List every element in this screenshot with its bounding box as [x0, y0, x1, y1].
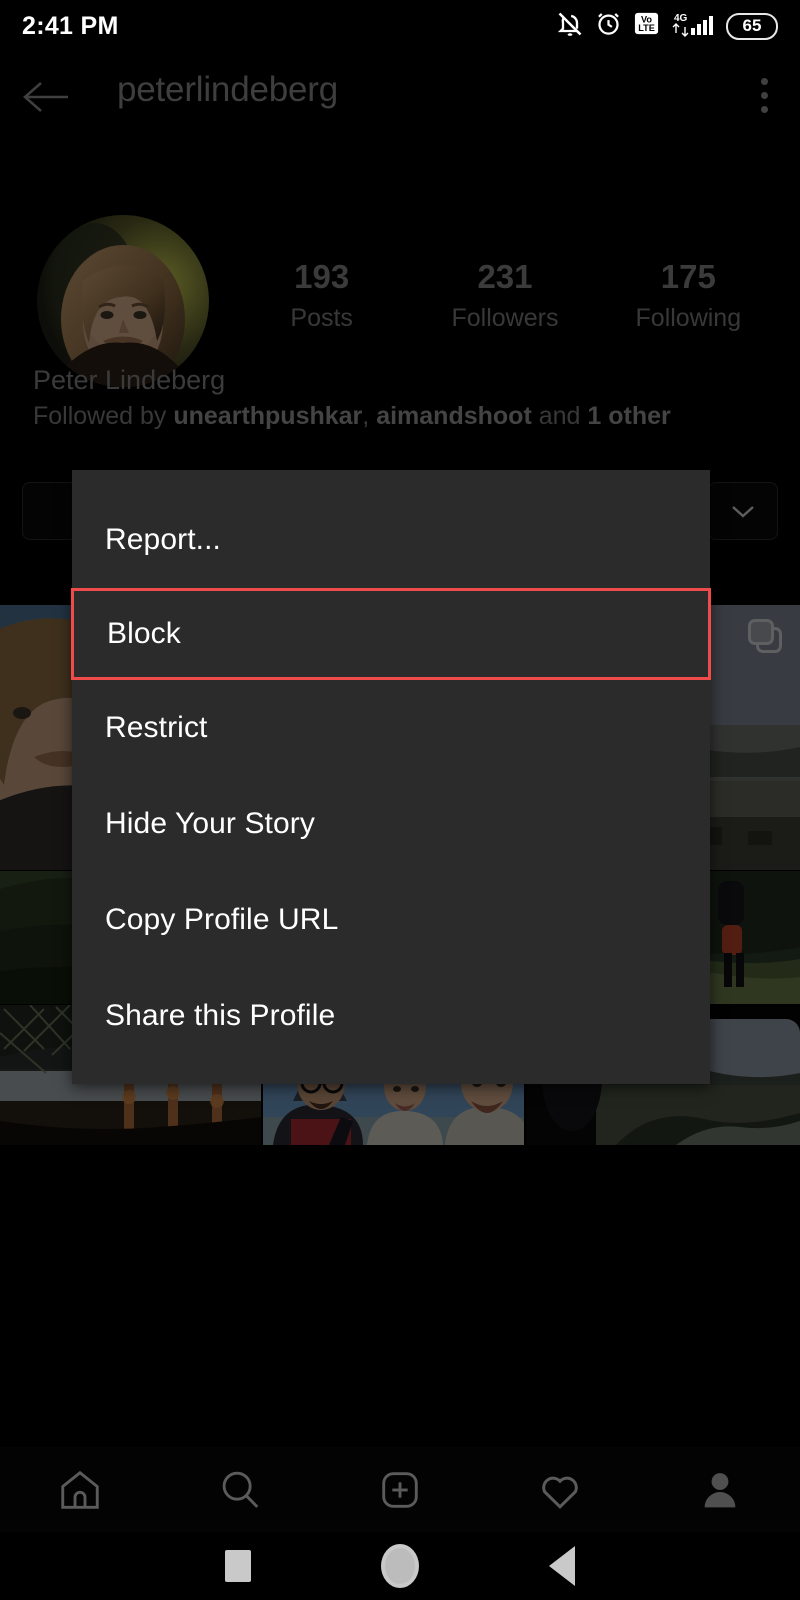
nav-back-button[interactable] — [549, 1546, 575, 1586]
profile-options-menu: Report... Block Restrict Hide Your Story… — [71, 470, 711, 1084]
nav-recents-button[interactable] — [225, 1550, 251, 1582]
menu-item-hide-your-story[interactable]: Hide Your Story — [72, 776, 710, 872]
android-navigation-bar — [0, 1532, 800, 1600]
notifications-off-icon — [556, 10, 584, 43]
menu-item-restrict[interactable]: Restrict — [72, 680, 710, 776]
status-bar: 2:41 PM Vo LTE 4G 65 — [0, 0, 800, 52]
status-bar-clock: 2:41 PM — [22, 11, 119, 40]
battery-level: 65 — [742, 16, 762, 35]
battery-icon: 65 — [726, 12, 778, 40]
phone-screen: 2:41 PM Vo LTE 4G 65 Report... Block Res… — [0, 0, 800, 1600]
svg-text:4G: 4G — [674, 13, 688, 24]
status-bar-icons: Vo LTE 4G 65 — [556, 10, 778, 43]
alarm-icon — [595, 10, 622, 42]
menu-item-block[interactable]: Block — [71, 588, 711, 680]
menu-item-report[interactable]: Report... — [72, 492, 710, 588]
nav-home-button[interactable] — [381, 1544, 419, 1588]
4g-signal-icon: 4G — [671, 10, 715, 43]
volte-icon: Vo LTE — [633, 10, 660, 42]
svg-text:LTE: LTE — [638, 23, 655, 33]
menu-item-copy-profile-url[interactable]: Copy Profile URL — [72, 872, 710, 968]
menu-item-share-this-profile[interactable]: Share this Profile — [72, 968, 710, 1064]
